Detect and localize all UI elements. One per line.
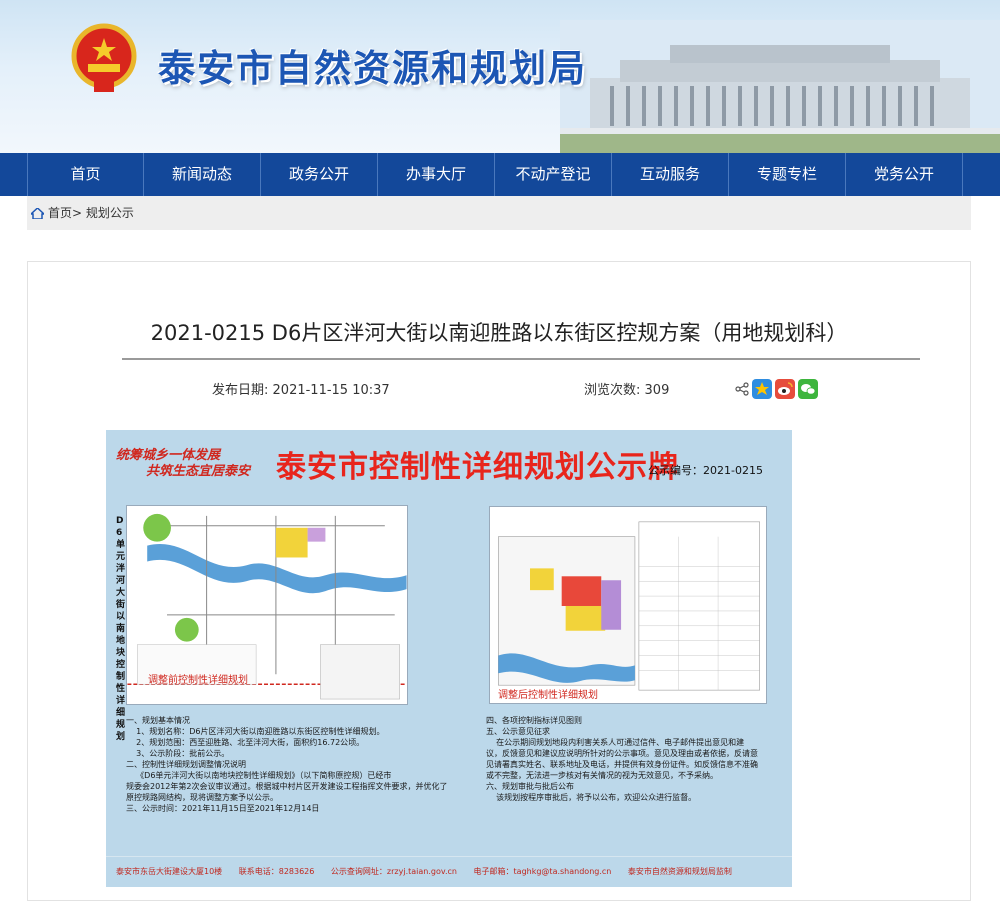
board-footer-website: 公示查询网址：zrzyj.taian.gov.cn — [330, 867, 457, 876]
board-footer-address: 泰安市东岳大街建设大厦10楼 — [116, 867, 223, 876]
government-building-image — [560, 20, 1000, 153]
national-emblem-icon — [71, 23, 137, 92]
notice-board-image: 统筹城乡一体发展 共筑生态宜居泰安 泰安市控制性详细规划公示牌 公示编号：202… — [106, 430, 792, 887]
board-footer-issuer: 泰安市自然资源和规划局监制 — [627, 867, 732, 876]
title-divider — [122, 358, 920, 360]
nav-item-party-affairs[interactable]: 党务公开 — [846, 153, 963, 196]
left-map-caption: 调整前控制性详细规划 — [148, 675, 248, 686]
board-footer: 泰安市东岳大街建设大厦10楼 联系电话：8283626 公示查询网址：zrzyj… — [106, 856, 792, 886]
breadcrumb-current-link[interactable]: 规划公示 — [86, 206, 134, 220]
breadcrumb: 首页> 规划公示 — [27, 196, 971, 230]
share-bar — [735, 379, 818, 399]
nav-item-interactive-service[interactable]: 互动服务 — [612, 153, 729, 196]
publish-date-value: 2021-11-15 10:37 — [272, 383, 390, 398]
board-left-notes: 一、规划基本情况 1、规划名称：D6片区泮河大街以南迎胜路以东街区控制性详细规划… — [126, 716, 448, 813]
nav-item-special-topics[interactable]: 专题专栏 — [729, 153, 846, 196]
view-count-value: 309 — [644, 383, 670, 398]
board-footer-email: 电子邮箱：taghkg@ta.shandong.cn — [473, 867, 612, 876]
nav-item-government-affairs[interactable]: 政务公开 — [261, 153, 378, 196]
breadcrumb-home-link[interactable]: 首页 — [48, 206, 72, 220]
qzone-icon[interactable] — [752, 379, 772, 399]
board-title: 泰安市控制性详细规划公示牌 — [276, 450, 679, 485]
board-footer-phone: 联系电话：8283626 — [238, 867, 315, 876]
notice-board-header: 统筹城乡一体发展 共筑生态宜居泰安 泰安市控制性详细规划公示牌 公示编号：202… — [106, 430, 792, 488]
home-icon — [31, 208, 44, 219]
post-adjustment-plan-map — [489, 506, 767, 704]
publish-date: 发布日期: 2021-11-15 10:37 — [212, 379, 390, 398]
article-title: 2021-0215 D6片区泮河大街以南迎胜路以东街区控规方案（用地规划科） — [150, 321, 848, 345]
share-icon[interactable] — [735, 382, 749, 396]
board-slogan-2: 共筑生态宜居泰安 — [146, 464, 251, 479]
site-title: 泰安市自然资源和规划局 — [158, 47, 587, 90]
nav-item-real-estate-registration[interactable]: 不动产登记 — [495, 153, 612, 196]
publish-date-label: 发布日期: — [212, 383, 269, 398]
view-count: 浏览次数: 309 — [584, 379, 669, 398]
breadcrumb-separator: > — [72, 206, 83, 220]
weibo-icon[interactable] — [775, 379, 795, 399]
nav-item-home[interactable]: 首页 — [27, 153, 144, 196]
header-banner: 泰安市自然资源和规划局 — [0, 0, 1000, 153]
nav-item-service-hall[interactable]: 办事大厅 — [378, 153, 495, 196]
view-count-label: 浏览次数: — [584, 383, 641, 398]
right-map-caption: 调整后控制性详细规划 — [498, 690, 598, 701]
main-navigation: 首页 新闻动态 政务公开 办事大厅 不动产登记 互动服务 专题专栏 党务公开 — [0, 153, 1000, 196]
nav-item-news[interactable]: 新闻动态 — [144, 153, 261, 196]
board-code: 公示编号：2021-0215 — [648, 464, 763, 477]
wechat-icon[interactable] — [798, 379, 818, 399]
board-right-notes: 四、各项控制指标详见图则 五、公示意见征求 在公示期间规划地段内利害关系人可通过… — [486, 716, 758, 802]
